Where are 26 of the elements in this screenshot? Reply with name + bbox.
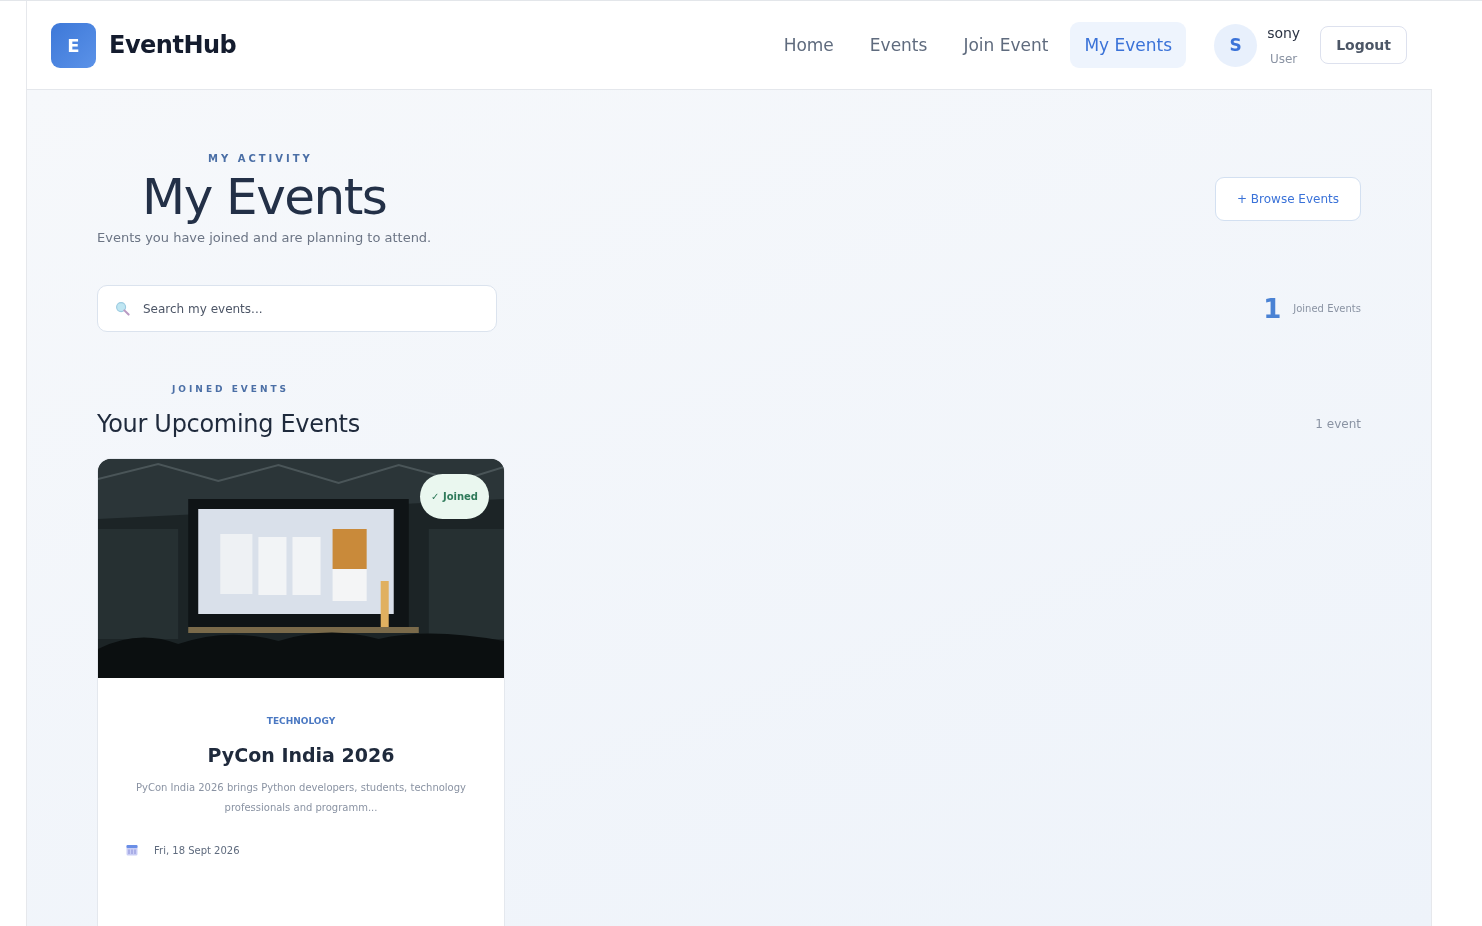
section-eyebrow: JOINED EVENTS (172, 384, 290, 394)
nav-link[interactable]: Events (855, 22, 942, 68)
page-title: My Events (142, 172, 387, 222)
logout-button[interactable]: Logout (1320, 26, 1407, 64)
event-date: Fri, 18 Sept 2026 (154, 844, 240, 856)
joined-label: Joined Events (1293, 303, 1361, 314)
page-subtitle: Events you have joined and are planning to attend. (97, 230, 432, 245)
calendar-icon (126, 844, 138, 856)
section-eyebrow: MY ACTIVITY (208, 153, 313, 164)
logo-icon: E (51, 22, 96, 68)
event-description: PyCon India 2026 brings Python developers, students, technology professionals and programm... (134, 781, 467, 815)
event-count: 1 event (1315, 417, 1361, 431)
nav-link[interactable]: Join Event (949, 22, 1063, 68)
browse-events-button[interactable]: + Browse Events (1215, 177, 1361, 221)
search-field[interactable]: Search my events... (97, 285, 497, 332)
joined-count: 1 (1263, 293, 1282, 324)
user-avatar: S (1214, 23, 1258, 67)
nav-link[interactable]: My Events (1070, 22, 1187, 68)
event-card[interactable]: ✓ Joined TECHNOLOGY PyCon India 2026 PyCon India 2026 brings Python developers, students, technology professionals and programm... Fri, 18 Sept 2026 (97, 458, 505, 926)
brand-name: EventHub (109, 31, 237, 59)
section-title: Your Upcoming Events (97, 410, 360, 438)
nav-link[interactable]: Home (769, 22, 848, 68)
event-title: PyCon India 2026 (207, 744, 395, 766)
user-name: sony (1267, 24, 1301, 41)
event-category: TECHNOLOGY (266, 716, 336, 726)
user-role: User (1269, 51, 1298, 66)
